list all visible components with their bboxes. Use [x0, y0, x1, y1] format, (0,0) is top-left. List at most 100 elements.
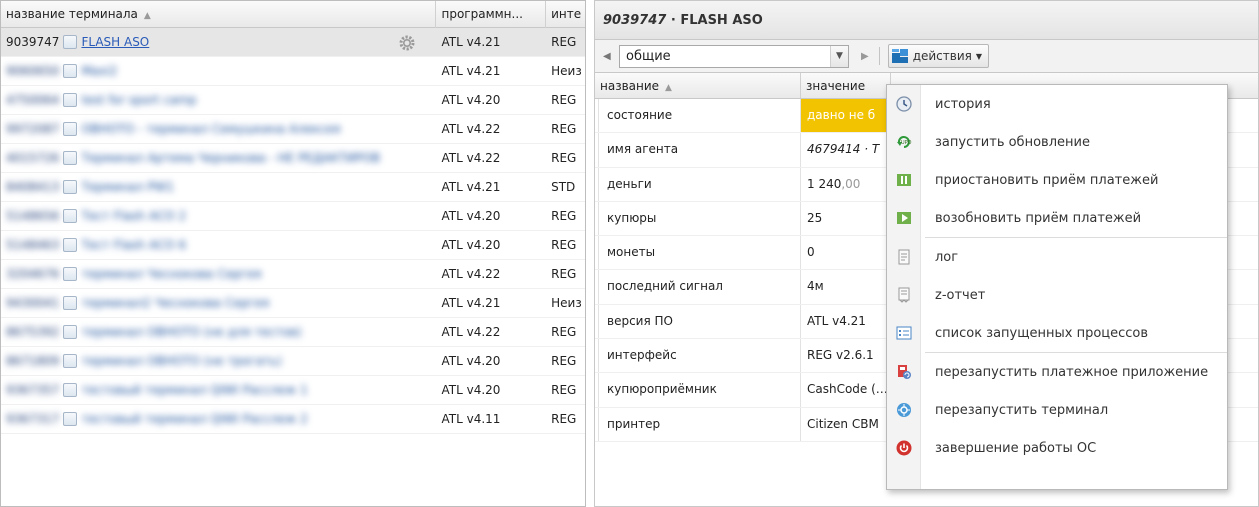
menu-item-history[interactable]: история — [887, 85, 1227, 123]
column-header-software[interactable]: программн... — [436, 1, 547, 28]
property-value: ATL v4.21 — [801, 305, 891, 338]
software-cell: ATL v4.21 — [441, 180, 501, 194]
software-cell: ATL v4.20 — [441, 93, 501, 107]
terminal-id: 9430041 — [6, 296, 60, 310]
row-checkbox[interactable] — [63, 151, 78, 165]
table-row[interactable]: 4750064 test for sport camp ATL v4.20 REG — [1, 86, 585, 115]
property-value-text: давно не б — [807, 108, 876, 122]
table-row[interactable]: 9430041 терминал2 Чеснокова Сергея ATL v4.… — [1, 289, 585, 318]
row-checkbox[interactable] — [63, 35, 78, 49]
menu-item-label: возобновить приём платежей — [935, 210, 1142, 226]
terminal-name-link[interactable]: терминал2 Чеснокова Сергея — [81, 289, 269, 317]
row-checkbox[interactable] — [63, 93, 78, 107]
table-row[interactable]: 9972087 OBHOTO - терминал Семушкина Алекс… — [1, 115, 585, 144]
row-checkbox[interactable] — [63, 180, 78, 194]
column-header-interface[interactable]: инте — [546, 1, 585, 28]
menu-item-process-list[interactable]: список запущенных процессов — [887, 314, 1227, 352]
property-name: имя агента — [598, 133, 801, 167]
history-icon — [896, 96, 912, 112]
terminal-name-link[interactable]: Maxi2 — [81, 57, 117, 85]
property-value: CashCode (… — [801, 373, 891, 406]
menu-item-label: z-отчет — [935, 287, 986, 303]
terminal-id: 4750064 — [6, 93, 60, 107]
table-row[interactable]: 5148463 Тест Flash ACO 6 ATL v4.20 REG — [1, 231, 585, 260]
terminal-name-link[interactable]: Тест Flash ACO 6 — [81, 231, 186, 259]
terminal-name-link[interactable]: терминал Чеснокова Сергея — [81, 260, 261, 288]
log-icon — [898, 249, 910, 265]
next-group-icon[interactable]: ▶ — [861, 51, 869, 62]
terminal-id: 9060650 — [6, 64, 60, 78]
menu-item-log[interactable]: лог — [887, 238, 1227, 276]
property-name: состояние — [598, 99, 801, 133]
group-select-value: общие — [626, 48, 671, 64]
property-name: последний сигнал — [598, 270, 801, 304]
terminal-name-cell: 5148656 Тест Flash ACO 2 — [1, 202, 436, 230]
row-checkbox[interactable] — [63, 64, 78, 78]
property-name: принтер — [598, 407, 801, 441]
panel-title-name: FLASH ASO — [680, 13, 763, 28]
table-row[interactable]: 9039747 FLASH ASO ATL v4.21 REG — [1, 28, 585, 57]
table-row[interactable]: 9367357 тестовый терминал QIWI Расcлеж 1 A… — [1, 376, 585, 405]
terminal-name-link[interactable]: терминал OBHOTO (не для тестов) — [81, 318, 301, 346]
table-row[interactable]: 8671809 терминал OBHOTO (не трогать) ATL v… — [1, 347, 585, 376]
column-header-name[interactable]: название ▲ — [595, 73, 801, 98]
table-row[interactable]: 3204676 терминал Чеснокова Сергея ATL v4.2… — [1, 260, 585, 289]
column-header-value[interactable]: значение — [801, 73, 891, 98]
panel-title-separator: · — [670, 13, 676, 28]
property-name: версия ПО — [598, 304, 801, 339]
row-checkbox[interactable] — [63, 267, 78, 281]
row-checkbox[interactable] — [63, 383, 78, 397]
terminal-id: 4015726 — [6, 151, 60, 165]
table-row[interactable]: 8408413 Терминал PW1 ATL v4.21 STD — [1, 173, 585, 202]
actions-button[interactable]: действия ▼ — [887, 44, 990, 68]
menu-item-z-report[interactable]: z-отчет — [887, 276, 1227, 314]
property-value: давно не б — [801, 99, 891, 133]
terminal-name-link[interactable]: тестовый терминал QIWI Расcлеж 1 — [81, 376, 307, 404]
property-value-text: 25 — [807, 210, 823, 225]
row-checkbox[interactable] — [63, 412, 78, 426]
table-row[interactable]: 9060650 Maxi2 ATL v4.21 Неиз — [1, 57, 585, 86]
property-value-text: Citizen CBM — [807, 416, 879, 431]
terminal-name-link[interactable]: FLASH ASO — [81, 28, 149, 56]
gear-icon[interactable] — [399, 35, 415, 51]
terminal-name-cell: 9430041 терминал2 Чеснокова Сергея — [1, 289, 436, 317]
terminal-name-link[interactable]: Терминал Артема Черникова - НЕ РЕДАКТИРО… — [81, 144, 380, 172]
terminal-name-link[interactable]: Тест Flash ACO 2 — [81, 202, 186, 230]
software-cell: ATL v4.21 — [441, 35, 501, 49]
menu-item-restart-app[interactable]: перезапустить платежное приложение — [887, 353, 1227, 391]
row-checkbox[interactable] — [63, 209, 78, 223]
group-select[interactable]: общие ▼ — [619, 44, 849, 68]
panel-toolbar: ◀ общие ▼ ▶ действия ▼ — [594, 39, 1259, 73]
sort-ascending-icon: ▲ — [143, 11, 151, 21]
table-row[interactable]: 9367317 тестовый терминал QIWI Расcлеж 2 A… — [1, 405, 585, 434]
menu-item-resume-payments[interactable]: возобновить приём платежей — [887, 199, 1227, 237]
table-row[interactable]: 5148656 Тест Flash ACO 2 ATL v4.20 REG — [1, 202, 585, 231]
interface-cell: REG — [551, 412, 577, 426]
column-header-terminal-name[interactable]: название терминала ▲ — [1, 1, 437, 28]
terminal-name-cell: 4015726 Терминал Артема Черникова - НЕ РЕ… — [1, 144, 436, 172]
row-checkbox[interactable] — [63, 354, 78, 368]
table-row[interactable]: 8675392 терминал OBHOTO (не для тестов) AT… — [1, 318, 585, 347]
chevron-down-icon[interactable]: ▼ — [830, 45, 848, 67]
row-checkbox[interactable] — [63, 325, 78, 339]
property-value-text: REG v2.6.1 — [807, 348, 874, 363]
terminal-name-link[interactable]: Терминал PW1 — [81, 173, 174, 201]
terminal-name-link[interactable]: OBHOTO - терминал Семушкина Алексея — [81, 115, 340, 143]
actions-menu-items: история UPD запустить обновление приостанов… — [887, 85, 1227, 467]
menu-item-restart-terminal[interactable]: перезапустить терминал — [887, 391, 1227, 429]
terminal-id: 3204676 — [6, 267, 60, 281]
row-checkbox[interactable] — [63, 238, 78, 252]
menu-item-pause-payments[interactable]: приостановить приём платежей — [887, 161, 1227, 199]
prev-group-icon[interactable]: ◀ — [603, 51, 617, 62]
menu-item-update[interactable]: UPD запустить обновление — [887, 123, 1227, 161]
menu-item-power[interactable]: завершение работы ОС — [887, 429, 1227, 467]
terminal-name-link[interactable]: test for sport camp — [81, 86, 196, 114]
terminal-id: 8408413 — [6, 180, 60, 194]
terminal-name-link[interactable]: тестовый терминал QIWI Расcлеж 2 — [81, 405, 307, 433]
table-row[interactable]: 4015726 Терминал Артема Черникова - НЕ РЕ… — [1, 144, 585, 173]
terminal-id: 8675392 — [6, 325, 60, 339]
row-checkbox[interactable] — [63, 296, 78, 310]
row-checkbox[interactable] — [63, 122, 78, 136]
terminal-name-link[interactable]: терминал OBHOTO (не трогать) — [81, 347, 281, 375]
update-icon: UPD — [897, 136, 912, 148]
